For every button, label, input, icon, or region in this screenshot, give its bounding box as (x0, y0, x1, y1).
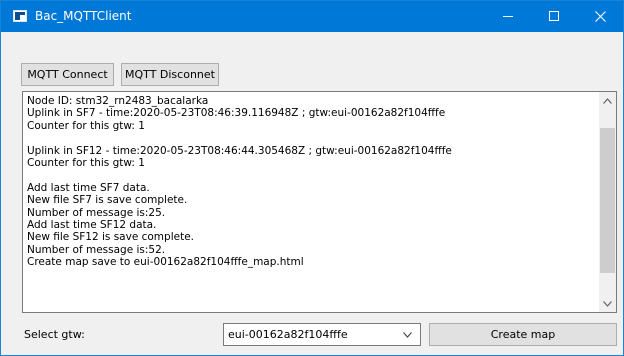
chevron-down-icon[interactable] (403, 332, 412, 338)
window-title: Bac_MQTTClient (35, 9, 132, 23)
maximize-button[interactable] (531, 1, 577, 32)
log-line: Uplink in SF7 - time:2020-05-23T08:46:39… (27, 107, 446, 120)
log-textbox[interactable]: Node ID: stm32_rn2483_bacalarka Uplink in… (22, 91, 617, 313)
gtw-select[interactable]: eui-00162a82f104fffe (223, 323, 421, 346)
log-line: Counter for this gtw: 1 (27, 156, 145, 169)
close-icon (595, 11, 606, 22)
title-bar[interactable]: Bac_MQTTClient (1, 1, 623, 32)
create-map-button[interactable]: Create map (429, 323, 617, 346)
scroll-thumb[interactable] (600, 128, 615, 273)
log-line: Number of message is:52. (27, 243, 166, 256)
minimize-icon (503, 16, 513, 17)
maximize-icon (549, 11, 559, 21)
log-line: New file SF12 is save complete. (27, 231, 194, 244)
log-line: Number of message is:25. (27, 206, 166, 219)
log-line: Uplink in SF12 - time:2020-05-23T08:46:4… (27, 144, 452, 157)
scroll-down-button[interactable] (599, 295, 616, 312)
close-button[interactable] (577, 1, 623, 32)
log-content: Node ID: stm32_rn2483_bacalarka Uplink in… (27, 95, 597, 268)
mqtt-disconnect-button[interactable]: MQTT Disconnet (121, 63, 219, 86)
app-icon (13, 10, 27, 22)
vertical-scrollbar[interactable] (599, 92, 616, 312)
log-line: Node ID: stm32_rn2483_bacalarka (27, 95, 209, 107)
log-line: Add last time SF7 data. (27, 181, 150, 194)
scroll-up-button[interactable] (599, 92, 616, 109)
minimize-button[interactable] (485, 1, 531, 32)
scroll-up-icon (603, 98, 612, 104)
log-line: Add last time SF12 data. (27, 218, 157, 231)
mqtt-connect-button[interactable]: MQTT Connect (21, 63, 114, 86)
log-line: Create map save to eui-00162a82f104fffe_… (27, 256, 304, 269)
gtw-select-value: eui-00162a82f104fffe (228, 328, 348, 341)
log-line: New file SF7 is save complete. (27, 194, 188, 207)
log-line: Counter for this gtw: 1 (27, 119, 145, 132)
scroll-down-icon (603, 301, 612, 307)
select-gtw-label: Select gtw: (24, 328, 85, 341)
main-window: Bac_MQTTClient MQTT Connect MQTT Disconn… (0, 0, 624, 356)
